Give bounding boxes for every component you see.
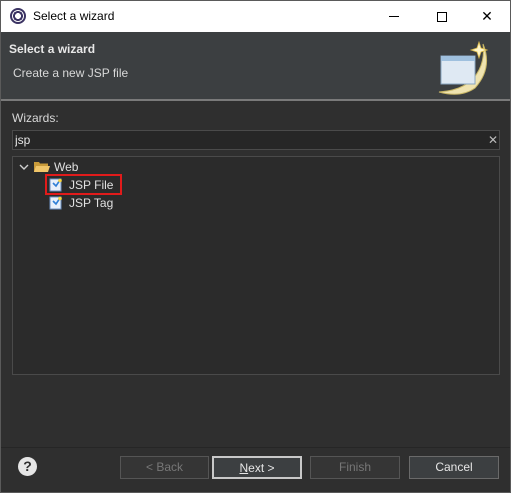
window-title: Select a wizard (33, 9, 115, 23)
minimize-icon (389, 16, 399, 17)
cancel-button[interactable]: Cancel (409, 456, 499, 479)
next-button-label: ext > (248, 461, 275, 475)
wizard-tree[interactable]: Web JSP File JSP Tag (12, 156, 500, 375)
wizard-filter-input[interactable] (12, 130, 500, 150)
minimize-button[interactable] (371, 1, 417, 32)
jsp-tag-icon (49, 196, 62, 210)
maximize-button[interactable] (419, 1, 465, 32)
folder-open-icon (34, 162, 50, 172)
eclipse-app-icon (10, 8, 26, 24)
highlight-annotation (45, 174, 122, 195)
wizard-dialog: Select a wizard ✕ Select a wizard Create… (0, 0, 511, 493)
close-icon: ✕ (481, 8, 493, 24)
header-title: Select a wizard (9, 42, 96, 56)
close-button[interactable]: ✕ (464, 1, 510, 32)
wizard-header: Select a wizard Create a new JSP file (1, 32, 510, 99)
back-button[interactable]: < Back (120, 456, 209, 479)
next-button-mnemonic: N (239, 461, 249, 475)
next-button[interactable]: Next > (212, 456, 302, 479)
clear-filter-icon[interactable]: ✕ (486, 132, 500, 148)
title-bar[interactable]: Select a wizard ✕ (1, 1, 510, 32)
finish-button[interactable]: Finish (310, 456, 400, 479)
help-button[interactable]: ? (18, 457, 37, 476)
maximize-icon (437, 11, 447, 22)
tree-item-label: JSP Tag (69, 196, 114, 210)
chevron-down-icon[interactable] (19, 162, 29, 172)
footer-separator (1, 447, 510, 448)
tree-item-jsp-tag[interactable]: JSP Tag (49, 194, 129, 212)
header-description: Create a new JSP file (13, 66, 129, 80)
wizards-label: Wizards: (12, 111, 59, 125)
header-separator (1, 99, 510, 101)
wizard-banner-icon (438, 40, 489, 95)
tree-item-label: Web (54, 160, 79, 174)
